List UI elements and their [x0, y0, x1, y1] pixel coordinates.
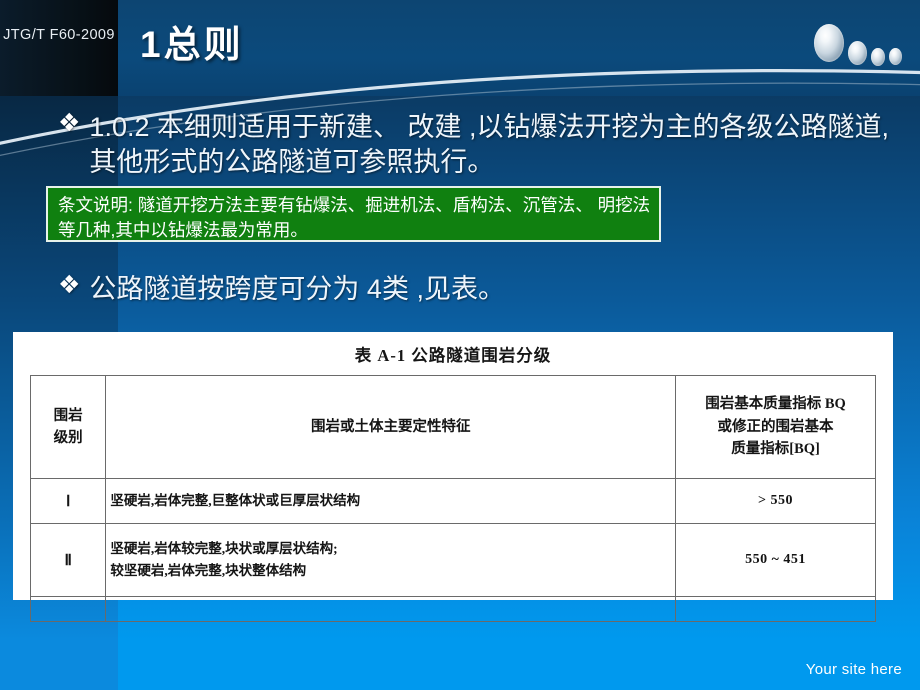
table-header-row: 围岩 级别 围岩或土体主要定性特征 围岩基本质量指标 BQ 或修正的围岩基本 质…: [29, 375, 876, 479]
document-code: JTG/T F60-2009: [3, 27, 115, 43]
cell-characteristics: 坚硬岩,岩体完整,巨整体状或巨厚层状结构: [105, 478, 677, 524]
table-row: Ⅱ 坚硬岩,岩体较完整,块状或厚层状结构; 较坚硬岩,岩体完整,块状整体结构 5…: [29, 523, 876, 597]
table-row-partial: [29, 596, 876, 622]
header-grade-line1: 围岩: [53, 407, 83, 424]
bubble-icon: [814, 24, 844, 62]
cell-characteristics-partial: [105, 596, 677, 622]
doc-code-block-background: [0, 0, 118, 96]
cell-bq: 550 ~ 451: [675, 523, 876, 597]
cell-characteristics: 坚硬岩,岩体较完整,块状或厚层状结构; 较坚硬岩,岩体完整,块状整体结构: [105, 523, 677, 597]
rock-grade-table-figure: 表 A-1 公路隧道围岩分级 围岩 级别 围岩或土体主要定性特征 围岩基本质量指…: [13, 332, 893, 622]
table-row: Ⅰ 坚硬岩,岩体完整,巨整体状或巨厚层状结构 > 550: [29, 478, 876, 524]
bubble-icon: [848, 41, 867, 65]
table-caption: 表 A-1 公路隧道围岩分级: [354, 346, 552, 365]
explanatory-note-text: 条文说明: 隧道开挖方法主要有钻爆法、掘进机法、盾构法、沉管法、 明挖法等几种,…: [58, 195, 651, 240]
cell-grade: Ⅱ: [29, 523, 107, 597]
bubble-icon: [871, 48, 885, 66]
decorative-bubbles: [814, 14, 906, 76]
characteristics-line2: 较坚硬岩,岩体完整,块状整体结构: [110, 563, 307, 578]
footer-site-label: Your site here: [805, 661, 902, 678]
header-cell-bq: 围岩基本质量指标 BQ 或修正的围岩基本 质量指标[BQ]: [675, 375, 876, 479]
header-bq-line3: 质量指标[BQ]: [731, 441, 820, 458]
slide-title: 1总则: [140, 24, 244, 65]
diamond-bullet-icon: ❖: [58, 109, 81, 137]
header-bq-line1: 围岩基本质量指标 BQ: [705, 396, 846, 413]
characteristics-line1: 坚硬岩,岩体完整,巨整体状或巨厚层状结构: [110, 492, 361, 508]
diamond-bullet-icon: ❖: [58, 271, 81, 299]
cell-grade-partial: [29, 596, 107, 622]
bubble-icon: [889, 48, 902, 65]
header-cell-characteristics: 围岩或土体主要定性特征: [105, 375, 677, 479]
bullet-item-1: ❖ 1.0.2 本细则适用于新建、 改建 ,以钻爆法开挖为主的各级公路隧道,其他…: [58, 110, 910, 180]
cell-bq: > 550: [675, 478, 876, 524]
header-cell-grade: 围岩 级别: [29, 375, 107, 479]
rock-grade-table: 围岩 级别 围岩或土体主要定性特征 围岩基本质量指标 BQ 或修正的围岩基本 质…: [29, 375, 876, 622]
bullet-item-2: ❖ 公路隧道按跨度可分为 4类 ,见表。: [58, 272, 678, 307]
presentation-slide: JTG/T F60-2009 1总则 ❖ 1.0.2 本细则适用于新建、 改建 …: [0, 0, 920, 690]
explanatory-note-box: 条文说明: 隧道开挖方法主要有钻爆法、掘进机法、盾构法、沉管法、 明挖法等几种,…: [46, 186, 661, 242]
bullet-item-1-text: 1.0.2 本细则适用于新建、 改建 ,以钻爆法开挖为主的各级公路隧道,其他形式…: [89, 112, 889, 178]
cell-grade: Ⅰ: [29, 478, 107, 524]
header-bq-line2: 或修正的围岩基本: [717, 418, 834, 435]
cell-bq-partial: [675, 596, 876, 622]
header-grade-line2: 级别: [53, 430, 83, 446]
bullet-item-2-text: 公路隧道按跨度可分为 4类 ,见表。: [89, 274, 505, 304]
characteristics-line1: 坚硬岩,岩体较完整,块状或厚层状结构;: [110, 540, 338, 556]
